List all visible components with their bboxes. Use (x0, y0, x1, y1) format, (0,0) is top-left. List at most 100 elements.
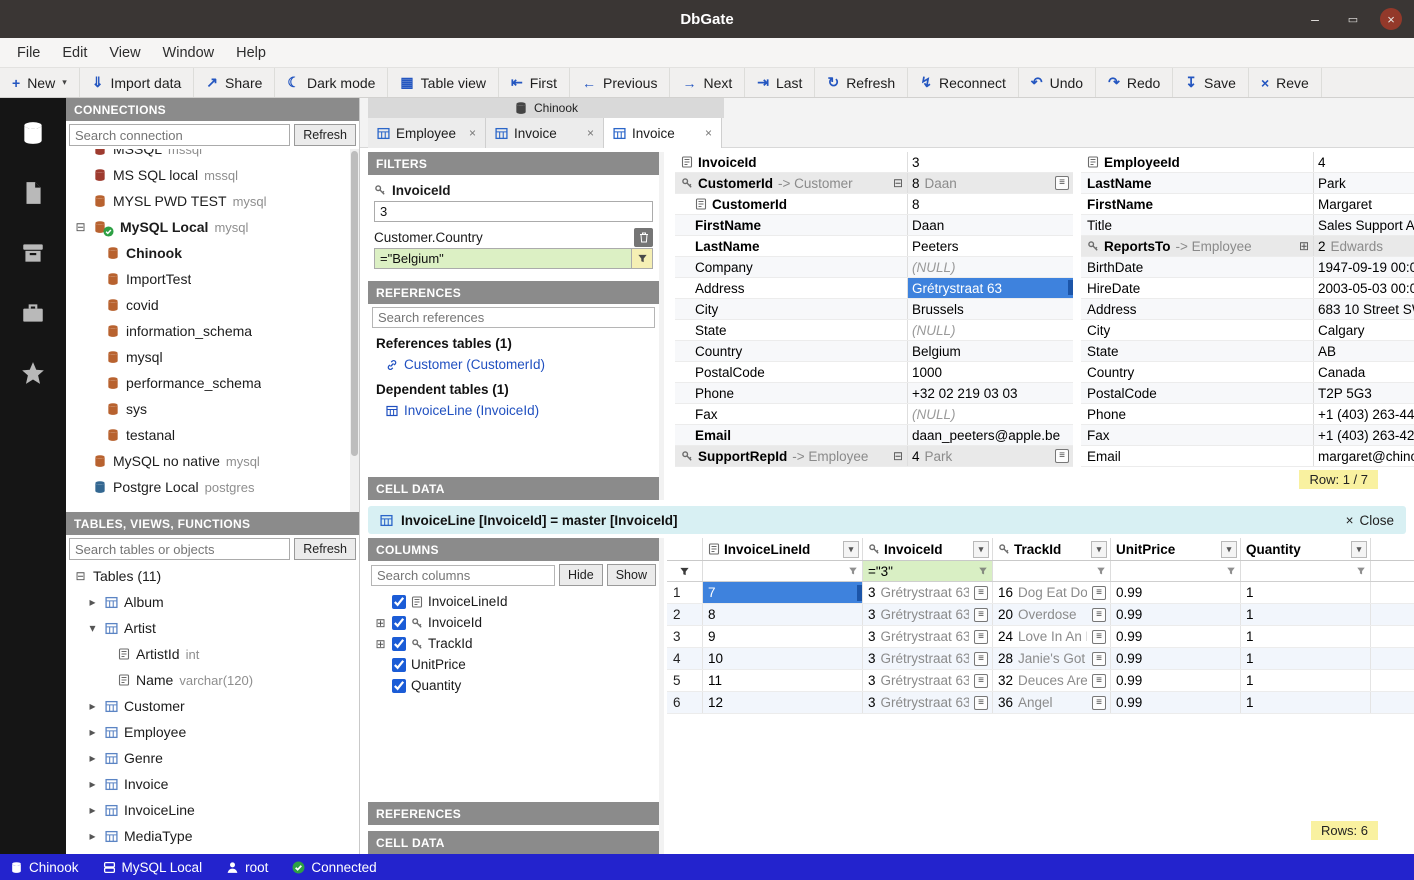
remove-filter-button[interactable] (634, 228, 653, 247)
lookup-button[interactable]: ≡ (974, 608, 988, 622)
close-icon[interactable]: × (587, 126, 594, 140)
filter-menu-button[interactable] (1092, 566, 1110, 576)
table-item[interactable]: ▸ Invoice (66, 771, 359, 797)
database-item[interactable]: information_schema (66, 318, 359, 344)
grid-cell[interactable]: 3 Grétrystraat 63 ≡ (863, 604, 993, 625)
lookup-button[interactable]: ≡ (974, 652, 988, 666)
reference-link-customer[interactable]: Customer (CustomerId) (372, 353, 655, 374)
reference-link-invoiceline[interactable]: InvoiceLine (InvoiceId) (372, 399, 655, 420)
next-button[interactable]: → Next (670, 68, 745, 97)
connection-item[interactable]: MSSQL mssql (66, 149, 359, 162)
expand-icon[interactable]: ⊞ (374, 637, 387, 651)
grid-cell[interactable]: 0.99 ≡ (1111, 692, 1241, 713)
row-number[interactable]: 1 (667, 582, 703, 603)
grid-cell[interactable]: 28 Janie's Got A ≡ (993, 648, 1111, 669)
tab[interactable]: Invoice × (604, 118, 722, 148)
form-value-cell[interactable]: 4 ≡ (1313, 152, 1414, 172)
form-value-cell[interactable]: Peeters ≡ (907, 236, 1073, 256)
table-item[interactable]: ▸ Customer (66, 693, 359, 719)
form-value-cell[interactable]: (NULL) ≡ (907, 257, 1073, 277)
search-connection-input[interactable] (69, 124, 290, 146)
lookup-button[interactable]: ≡ (1055, 176, 1069, 190)
form-value-cell[interactable]: 4 Park ≡ (907, 446, 1073, 466)
reconnect-button[interactable]: ↯ Reconnect (908, 68, 1019, 97)
chevron-icon[interactable]: ▸ (86, 803, 99, 817)
grid-cell[interactable]: 8 ≡ (703, 604, 863, 625)
chevron-icon[interactable]: ▸ (86, 699, 99, 713)
menu-window[interactable]: Window (152, 41, 226, 65)
grid-cell[interactable]: 0.99 ≡ (1111, 582, 1241, 603)
row-number[interactable]: 4 (667, 648, 703, 669)
grid-cell[interactable]: 0.99 ≡ (1111, 604, 1241, 625)
filter-menu-button[interactable] (974, 566, 992, 576)
form-value-cell[interactable]: 1000 ≡ (907, 362, 1073, 382)
database-item[interactable]: Chinook (66, 240, 359, 266)
last-button[interactable]: ⇥ Last (745, 68, 815, 97)
filter-menu-button[interactable] (1352, 566, 1370, 576)
chevron-icon[interactable]: ▸ (86, 751, 99, 765)
dark-mode-button[interactable]: ☾ Dark mode (275, 68, 388, 97)
filter-menu-button[interactable] (844, 566, 862, 576)
table-item[interactable]: ▸ Employee (66, 719, 359, 745)
row-number[interactable]: 5 (667, 670, 703, 691)
filter-menu-button[interactable] (1222, 566, 1240, 576)
tab[interactable]: Employee × (368, 118, 486, 148)
column-menu-button[interactable]: ▾ (1221, 541, 1237, 558)
form-value-cell[interactable]: Belgium ≡ (907, 341, 1073, 361)
form-value-cell[interactable]: 8 ≡ (907, 194, 1073, 214)
search-columns-input[interactable] (371, 565, 555, 586)
grid-cell[interactable]: 3 Grétrystraat 63 ≡ (863, 626, 993, 647)
collapse-icon[interactable]: ⊟ (74, 569, 87, 583)
column-menu-button[interactable]: ▾ (1351, 541, 1367, 558)
column-checkbox[interactable] (392, 658, 406, 672)
menu-help[interactable]: Help (225, 41, 277, 65)
chevron-icon[interactable]: ▸ (86, 777, 99, 791)
connections-nav-icon[interactable] (20, 120, 46, 146)
form-value-cell[interactable]: +1 (403) 263-4423 ≡ (1313, 404, 1414, 424)
previous-button[interactable]: ← Previous (570, 68, 670, 97)
grid-cell[interactable]: 0.99 ≡ (1111, 626, 1241, 647)
grid-column-header[interactable]: UnitPrice ▾ (1111, 538, 1241, 560)
table-item[interactable]: ▸ Album (66, 589, 359, 615)
database-item[interactable]: testanal (66, 422, 359, 448)
lookup-button[interactable]: ≡ (1092, 586, 1106, 600)
grid-column-header[interactable]: InvoiceId ▾ (863, 538, 993, 560)
grid-cell[interactable]: 36 Angel ≡ (993, 692, 1111, 713)
close-icon[interactable]: × (705, 126, 712, 140)
database-item[interactable]: covid (66, 292, 359, 318)
form-value-cell[interactable]: 3 ≡ (907, 152, 1073, 172)
import-data-button[interactable]: ⇓ Import data (80, 68, 195, 97)
favorites-nav-icon[interactable] (20, 360, 46, 386)
form-value-cell[interactable]: Sales Support Age ≡ (1313, 215, 1414, 235)
grid-cell[interactable]: 1 ≡ (1241, 692, 1371, 713)
archive-nav-icon[interactable] (20, 240, 46, 266)
close-icon[interactable]: × (469, 126, 476, 140)
grid-cell[interactable]: 3 Grétrystraat 63 ≡ (863, 670, 993, 691)
refresh-tables-button[interactable]: Refresh (294, 538, 356, 560)
column-toggle-item[interactable]: UnitPrice (368, 654, 659, 675)
grid-cell[interactable]: 3 Grétrystraat 63 ≡ (863, 582, 993, 603)
filter-value-input[interactable] (374, 248, 632, 269)
lookup-button[interactable]: ≡ (974, 586, 988, 600)
grid-cell[interactable]: 0.99 ≡ (1111, 670, 1241, 691)
search-tables-input[interactable] (69, 538, 290, 560)
status-connection[interactable]: MySQL Local (103, 860, 203, 875)
lookup-button[interactable]: ≡ (1092, 652, 1106, 666)
grid-column-header[interactable]: TrackId ▾ (993, 538, 1111, 560)
database-item[interactable]: ImportTest (66, 266, 359, 292)
tab[interactable]: Invoice × (486, 118, 604, 148)
column-toggle-item[interactable]: ⊞ TrackId (368, 633, 659, 654)
lookup-button[interactable]: ≡ (974, 630, 988, 644)
redo-button[interactable]: ↷ Redo (1096, 68, 1173, 97)
row-number[interactable]: 2 (667, 604, 703, 625)
expand-icon[interactable]: ⊞ (374, 616, 387, 630)
grid-cell[interactable]: 10 ≡ (703, 648, 863, 669)
database-item[interactable]: performance_schema (66, 370, 359, 396)
table-item[interactable]: ▸ InvoiceLine (66, 797, 359, 823)
minimize-button[interactable]: – (1304, 8, 1326, 30)
database-item[interactable]: sys (66, 396, 359, 422)
form-value-cell[interactable]: Canada ≡ (1313, 362, 1414, 382)
table-view-button[interactable]: ▦ Table view (388, 68, 499, 97)
files-nav-icon[interactable] (20, 180, 46, 206)
lookup-button[interactable]: ≡ (1092, 608, 1106, 622)
